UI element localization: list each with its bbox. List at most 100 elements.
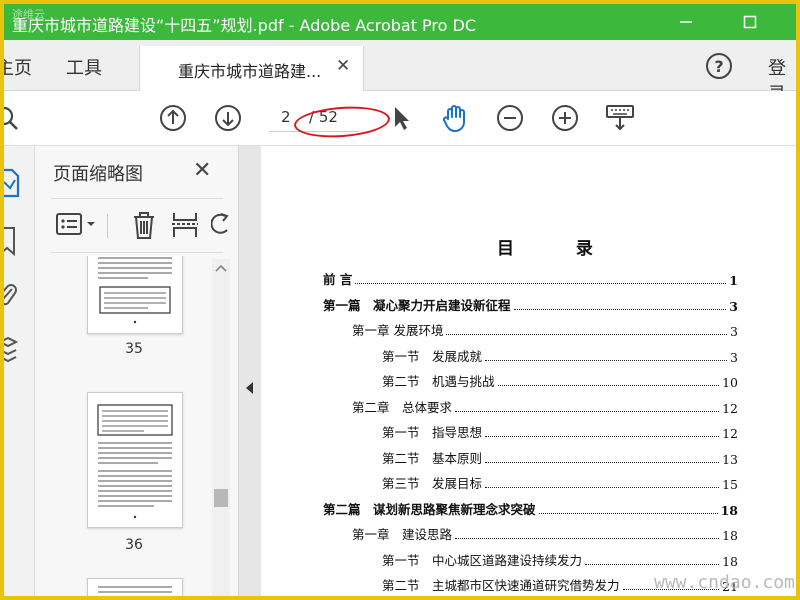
thumbnail-page[interactable] xyxy=(87,256,183,334)
toc-leader-dots xyxy=(485,487,720,488)
toc-entry-page: 3 xyxy=(730,324,738,339)
scrollbar-thumb[interactable] xyxy=(214,489,228,507)
toc-entry-page: 3 xyxy=(730,349,738,365)
page-thumbnails-icon[interactable] xyxy=(4,168,20,202)
search-icon xyxy=(4,106,18,130)
toc-entry-page: 3 xyxy=(729,298,738,314)
acrobat-window: 途维云 重庆市城市道路建设“十四五”规划.pdf - Adobe Acrobat… xyxy=(4,4,796,596)
page-display-button[interactable] xyxy=(603,101,637,135)
toc-leader-dots xyxy=(446,334,728,335)
extract-page-button[interactable] xyxy=(171,210,199,244)
site-watermark: www.cndao.com xyxy=(654,572,795,593)
options-dropdown-icon xyxy=(56,213,95,235)
toc-entry-label: 第二节 基本原则 xyxy=(382,450,483,466)
thumbnail-scrollbar[interactable] xyxy=(212,259,230,596)
toc-entry-page: 10 xyxy=(722,375,738,390)
toc-leader-dots xyxy=(513,308,727,310)
previous-page-button[interactable] xyxy=(156,101,190,135)
select-tool-button[interactable] xyxy=(384,101,418,135)
toc-entry[interactable]: 第三节 发展目标 15 xyxy=(382,472,738,492)
toc-entry-label: 第二篇 谋划新思路聚焦新理念求突破 xyxy=(323,501,536,517)
toolbar-separator xyxy=(107,214,108,238)
minimize-icon xyxy=(680,21,692,23)
title-bar: 途维云 重庆市城市道路建设“十四五”规划.pdf - Adobe Acrobat… xyxy=(4,4,796,40)
toc-entry-label: 第一篇 凝心聚力开启建设新征程 xyxy=(323,297,511,313)
hand-icon xyxy=(442,105,465,132)
toc-leader-dots xyxy=(455,538,720,539)
toolbar: 2 / 52 xyxy=(4,91,796,146)
panel-divider xyxy=(51,198,223,199)
minus-circle-icon xyxy=(497,105,523,131)
maximize-icon xyxy=(743,15,757,29)
arrow-down-circle-icon xyxy=(215,105,241,131)
toc-entry-page: 1 xyxy=(729,273,738,288)
tab-home[interactable]: 主页 xyxy=(4,54,32,80)
rotate-page-button[interactable] xyxy=(210,212,231,242)
help-icon[interactable]: ? xyxy=(705,52,733,84)
toc-entry-page: 15 xyxy=(722,477,738,492)
svg-text:?: ? xyxy=(714,57,723,76)
zoom-in-button[interactable] xyxy=(548,101,582,135)
rotate-icon xyxy=(210,213,229,234)
toc-entry[interactable]: 第一章 建设思路 18 xyxy=(352,523,738,543)
toc-leader-dots xyxy=(355,283,727,284)
toc-title: 目 录 xyxy=(497,239,621,259)
current-page-input[interactable]: 2 xyxy=(281,108,291,126)
panel-collapse-strip[interactable] xyxy=(239,146,261,596)
toc-leader-dots xyxy=(485,436,720,437)
arrow-up-circle-icon xyxy=(160,105,186,131)
hand-tool-button[interactable] xyxy=(438,101,472,135)
toc-leader-dots xyxy=(585,563,720,565)
keyboard-down-icon xyxy=(606,105,634,131)
tab-document[interactable]: 重庆市城市道路建... ✕ xyxy=(139,46,364,91)
toc-entry[interactable]: 第一篇 凝心聚力开启建设新征程 3 xyxy=(323,294,738,314)
toc-entry-label: 第一章 建设思路 xyxy=(352,527,453,542)
maximize-button[interactable] xyxy=(728,4,772,40)
toc-entry[interactable]: 第一章 发展环境 3 xyxy=(352,319,738,339)
toc-entry-page: 13 xyxy=(722,451,738,467)
toc-entry-label: 第二节 主城都市区快速通道研究借势发力 xyxy=(382,578,620,593)
toc-leader-dots xyxy=(485,359,728,361)
zoom-out-button[interactable] xyxy=(493,101,527,135)
toc-entry-label: 第三节 发展目标 xyxy=(382,476,483,491)
panel-title: 页面缩略图 xyxy=(53,164,143,185)
minimize-button[interactable] xyxy=(664,4,708,40)
document-view[interactable]: 目 录 前 言 1 第一篇 凝心聚力开启建设新征程 3 第一章 发展环境 3 第一节 发展成… xyxy=(261,146,796,596)
close-tab-icon[interactable]: ✕ xyxy=(336,56,350,76)
thumbnail-preview-next xyxy=(98,586,172,593)
attachment-icon[interactable] xyxy=(4,281,18,315)
thumbnail-preview-35 xyxy=(98,257,172,324)
toc-entry[interactable]: 前 言 1 xyxy=(323,268,738,288)
toc-entry-label: 第一节 发展成就 xyxy=(382,348,483,364)
toc-leader-dots xyxy=(455,410,720,412)
toc-entry[interactable]: 第二章 总体要求 12 xyxy=(352,396,738,416)
next-page-button[interactable] xyxy=(211,101,245,135)
toc-entry[interactable]: 第一节 发展成就 3 xyxy=(382,345,738,365)
thumbnail-options-button[interactable] xyxy=(55,212,99,242)
page-extract-icon xyxy=(172,213,198,237)
toc-entry[interactable]: 第二节 机遇与挑战 10 xyxy=(382,370,738,390)
bookmark-icon[interactable] xyxy=(4,226,18,260)
toc-leader-dots xyxy=(538,512,718,514)
close-panel-icon[interactable]: ✕ xyxy=(193,158,211,183)
trash-icon xyxy=(134,212,154,239)
toc-entry[interactable]: 第二篇 谋划新思路聚焦新理念求突破 18 xyxy=(323,498,738,518)
thumbnail-page[interactable] xyxy=(87,578,183,596)
toc-entry-page: 12 xyxy=(722,426,738,441)
tab-tools[interactable]: 工具 xyxy=(66,54,102,80)
toc-entry[interactable]: 第一节 指导思想 12 xyxy=(382,421,738,441)
toc-entry-label: 第二节 机遇与挑战 xyxy=(382,374,495,389)
layers-icon[interactable] xyxy=(4,336,19,370)
toc-entry-label: 第二章 总体要求 xyxy=(352,399,453,415)
toc-entry-page: 18 xyxy=(722,553,738,569)
tab-bar: 主页 工具 重庆市城市道路建... ✕ ? 登录 xyxy=(4,40,796,105)
navigation-rail xyxy=(4,146,35,596)
search-button[interactable] xyxy=(4,101,24,135)
delete-page-button[interactable] xyxy=(131,210,157,244)
thumbnail-page[interactable] xyxy=(87,392,183,528)
toc-entry-page: 18 xyxy=(722,528,738,543)
thumbnail-number: 35 xyxy=(125,341,143,357)
thumbnail-preview-36 xyxy=(97,404,173,519)
toc-entry[interactable]: 第二节 基本原则 13 xyxy=(382,447,738,467)
toc-entry[interactable]: 第一节 中心城区道路建设持续发力 18 xyxy=(382,549,738,569)
